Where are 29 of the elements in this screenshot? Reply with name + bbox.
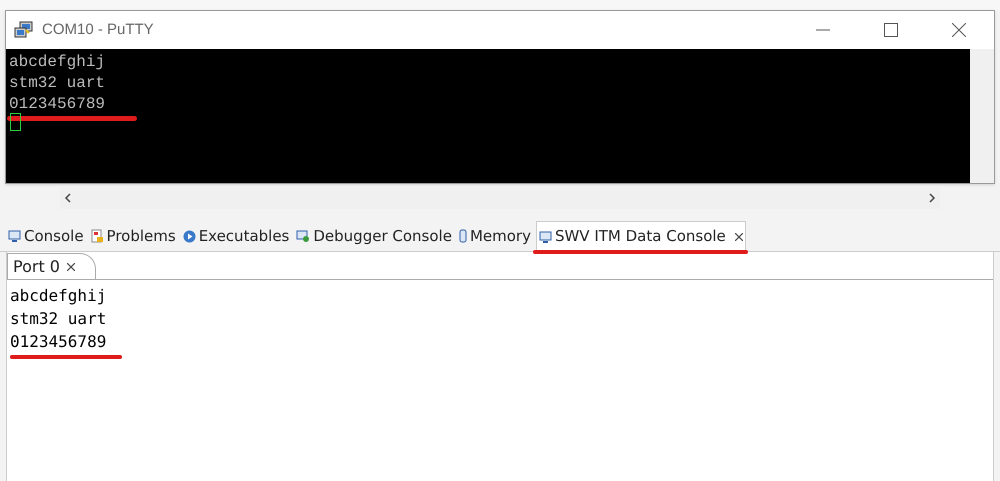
view-tab[interactable]: Executables: [180, 221, 292, 251]
console-line: abcdefghij: [10, 285, 106, 307]
view-tab[interactable]: Problems: [88, 221, 178, 251]
monitor-icon: [8, 230, 21, 242]
warning-list-icon: [90, 229, 104, 243]
console-line: stm32 uart: [10, 308, 106, 330]
view-tab[interactable]: Debugger Console: [294, 221, 454, 251]
console-line: 0123456789: [10, 331, 106, 353]
close-tab-icon[interactable]: [66, 262, 75, 270]
view-tab[interactable]: Console: [6, 221, 86, 251]
terminal-line: abcdefghij: [9, 52, 106, 73]
maximize-icon[interactable]: [884, 23, 898, 37]
scroll-right-icon[interactable]: [928, 193, 936, 203]
port-tab[interactable]: Port 0: [7, 253, 96, 279]
terminal-line: stm32 uart: [9, 73, 106, 94]
view-tab[interactable]: SWV ITM Data Console: [536, 221, 746, 251]
window-title: COM10 - PuTTY: [42, 20, 154, 40]
terminal-line: 0123456789: [9, 94, 106, 115]
monitor-icon: [538, 230, 552, 242]
close-tab-icon[interactable]: [734, 232, 743, 240]
play-circle-icon: [182, 230, 196, 242]
close-icon[interactable]: [952, 23, 966, 37]
scroll-left-icon[interactable]: [64, 193, 72, 203]
scrollbar[interactable]: [970, 49, 994, 183]
text-cursor: [10, 113, 21, 131]
view-tab[interactable]: Memory: [456, 221, 533, 251]
computers-icon: [14, 21, 34, 39]
debug-console-icon: [296, 230, 310, 242]
memory-icon: [458, 229, 467, 243]
